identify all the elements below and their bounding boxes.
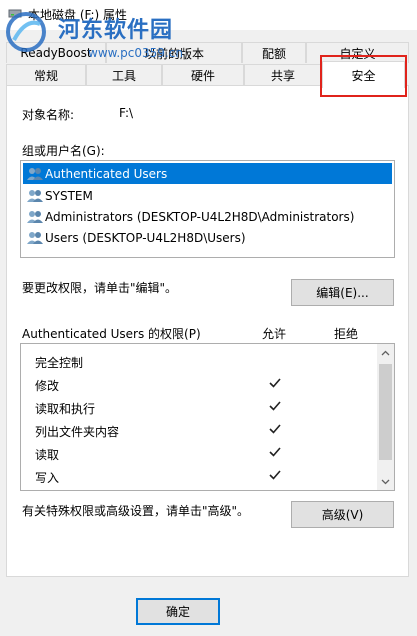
advanced-hint: 有关特殊权限或高级设置，请单击"高级"。 xyxy=(22,504,250,518)
edit-hint: 要更改权限，请单击"编辑"。 xyxy=(22,281,178,295)
user-item-label: Administrators (DESKTOP-U4L2H8D\Administ… xyxy=(45,209,355,224)
tab-label: 自定义 xyxy=(339,46,376,61)
permission-row: 修改 xyxy=(21,373,376,396)
allow-check-icon xyxy=(269,401,281,411)
permission-row: 写入 xyxy=(21,465,376,488)
tab-label: 安全 xyxy=(351,68,376,83)
users-label: 组或用户名(G): xyxy=(22,144,105,158)
permission-row: 读取 xyxy=(21,442,376,465)
tab-label: 硬件 xyxy=(190,68,215,83)
permission-name: 写入 xyxy=(35,471,60,485)
user-list[interactable]: Authenticated Users SYSTEM Administrator… xyxy=(20,160,395,258)
tab-label: 配额 xyxy=(261,46,286,61)
permissions-list[interactable]: 完全控制修改读取和执行列出文件夹内容 读取写入 xyxy=(20,343,395,491)
watermark-url: www.pc0359.cn xyxy=(88,46,183,60)
tab-general[interactable]: 常规 xyxy=(6,64,86,85)
scroll-thumb[interactable] xyxy=(379,364,392,460)
user-item-system[interactable]: SYSTEM xyxy=(23,185,392,206)
permission-name: 完全控制 xyxy=(35,356,84,370)
advanced-button[interactable]: 高级(V) xyxy=(291,501,394,528)
permission-name: 读取 xyxy=(35,448,60,462)
allow-check-icon xyxy=(269,424,281,434)
user-item-label: Users (DESKTOP-U4L2H8D\Users) xyxy=(45,230,246,245)
scroll-up-icon[interactable] xyxy=(377,344,394,361)
user-item-label: Authenticated Users xyxy=(45,166,168,181)
scrollbar[interactable] xyxy=(377,344,394,490)
users-group-icon xyxy=(27,167,43,180)
permissions-label: Authenticated Users 的权限(P) xyxy=(22,327,201,341)
permission-name: 修改 xyxy=(35,379,60,393)
watermark-logo-icon xyxy=(6,12,46,52)
object-name-value: F:\ xyxy=(119,106,134,120)
allow-header: 允许 xyxy=(262,327,287,341)
permission-name: 读取和执行 xyxy=(35,402,96,416)
deny-header: 拒绝 xyxy=(334,327,359,341)
edit-button[interactable]: 编辑(E)... xyxy=(291,279,394,306)
tab-sharing[interactable]: 共享 xyxy=(244,64,322,85)
users-group-icon xyxy=(27,189,43,202)
watermark-title: 河东软件园 xyxy=(58,18,174,43)
object-name-label: 对象名称: xyxy=(22,108,75,122)
tab-customize[interactable]: 自定义 xyxy=(306,42,409,63)
tab-tools[interactable]: 工具 xyxy=(86,64,162,85)
tab-label: 常规 xyxy=(33,68,58,83)
user-item-label: SYSTEM xyxy=(45,188,93,203)
allow-check-icon xyxy=(269,470,281,480)
user-item-users[interactable]: Users (DESKTOP-U4L2H8D\Users) xyxy=(23,227,392,248)
allow-check-icon xyxy=(269,378,281,388)
allow-check-icon xyxy=(269,447,281,457)
permission-row: 读取和执行 xyxy=(21,396,376,419)
tab-quota[interactable]: 配额 xyxy=(242,42,306,63)
tab-hardware[interactable]: 硬件 xyxy=(162,64,244,85)
permission-name: 列出文件夹内容 xyxy=(35,425,120,439)
ok-button[interactable]: 确定 xyxy=(136,598,220,625)
tab-label: 共享 xyxy=(270,68,295,83)
scroll-down-icon[interactable] xyxy=(377,473,394,490)
permission-row: 列出文件夹内容 xyxy=(21,419,376,442)
tab-label: 工具 xyxy=(111,68,136,83)
users-group-icon xyxy=(27,231,43,244)
permission-row: 完全控制 xyxy=(21,350,376,373)
tab-security[interactable]: 安全 xyxy=(322,61,405,88)
user-item-administrators[interactable]: Administrators (DESKTOP-U4L2H8D\Administ… xyxy=(23,206,392,227)
user-item-authenticated-users[interactable]: Authenticated Users xyxy=(23,163,392,184)
users-group-icon xyxy=(27,210,43,223)
